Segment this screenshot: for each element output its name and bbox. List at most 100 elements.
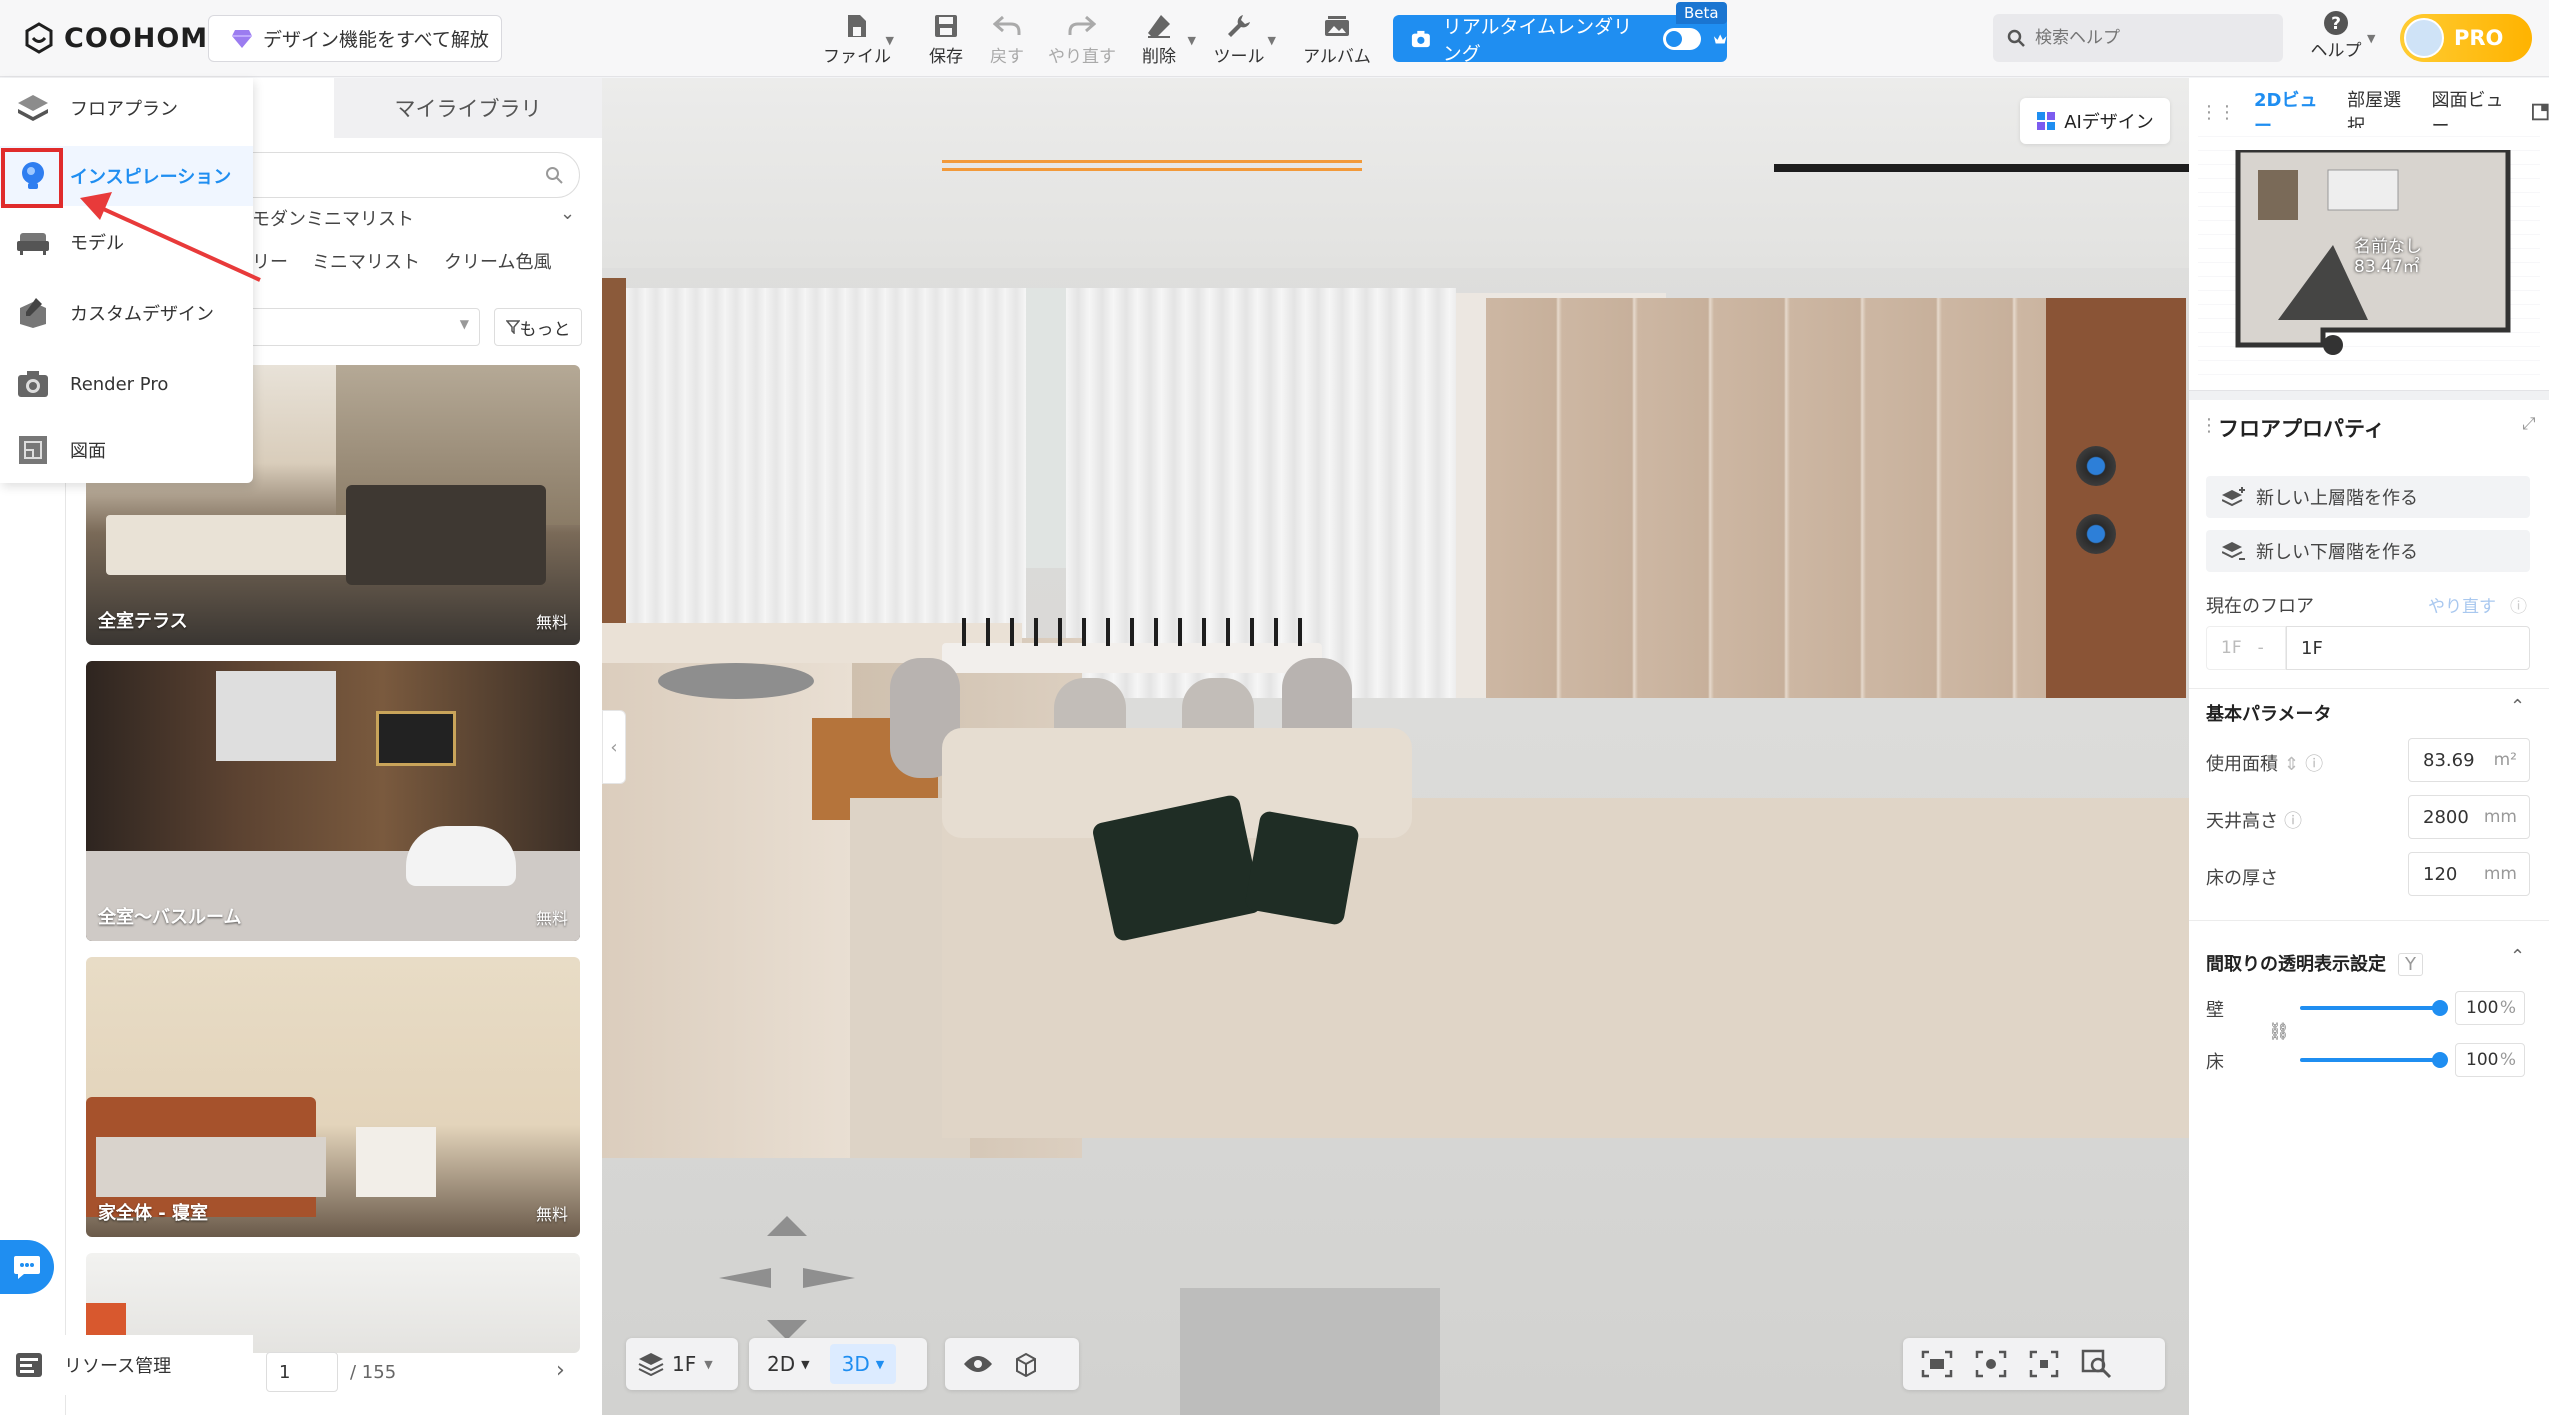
nav-label: リソース管理 xyxy=(64,1356,172,1377)
chevron-down-icon[interactable]: ⌄ xyxy=(560,203,575,224)
ceiling-height-field[interactable]: 2800 mm xyxy=(2408,795,2530,839)
3d-viewport[interactable] xyxy=(602,78,2189,1415)
tools-label: ツール xyxy=(1213,47,1265,67)
delete-menu[interactable]: 削除 ▼ xyxy=(1120,10,1198,70)
search-input[interactable] xyxy=(2035,28,2255,48)
floor-selector[interactable]: 1F ▼ xyxy=(626,1338,738,1390)
cube-icon[interactable] xyxy=(1013,1351,1039,1377)
album-label: アルバム xyxy=(1303,47,1371,67)
album-button[interactable]: アルバム xyxy=(1298,10,1376,70)
more-filters-button[interactable]: もっと xyxy=(494,308,582,346)
drag-handle-icon[interactable]: ⋮⋮ xyxy=(2200,102,2236,123)
view-3d-button[interactable]: 3D ▼ xyxy=(829,1344,897,1384)
ceiling-light-strip xyxy=(942,160,1362,163)
focus-icon[interactable] xyxy=(2029,1350,2059,1378)
collapse-icon[interactable] xyxy=(2170,86,2184,100)
info-icon: ⓘ xyxy=(2510,597,2527,617)
nav-label: 図面 xyxy=(70,441,106,462)
avatar[interactable] xyxy=(2404,18,2444,58)
help-search[interactable] xyxy=(1993,14,2283,62)
logo-icon xyxy=(25,22,53,54)
redo-link[interactable]: やり直す xyxy=(2428,592,2496,617)
floor-thickness-label: 床の厚さ xyxy=(2206,868,2278,889)
area-field[interactable]: 83.69 m² xyxy=(2408,738,2530,782)
add-floor-up-icon xyxy=(2222,487,2245,507)
shortcut-key: Y xyxy=(2398,953,2423,976)
wall-transparency-slider[interactable] xyxy=(2300,1000,2448,1016)
more-label: もっと xyxy=(519,319,571,340)
card-image xyxy=(376,711,456,766)
page-number-input[interactable] xyxy=(266,1352,338,1392)
transparency-header[interactable]: 間取りの透明表示設定 Y xyxy=(2206,950,2423,976)
card-image xyxy=(356,1127,436,1197)
camera-nav-pad[interactable] xyxy=(717,1208,857,1348)
design-card[interactable]: 全室〜バスルーム 無料 xyxy=(86,661,580,941)
drag-handle-icon[interactable]: ⋮ xyxy=(2200,415,2218,436)
expand-panel-icon[interactable] xyxy=(2532,103,2549,121)
floor-value: 100 xyxy=(2466,1050,2499,1070)
help-menu[interactable]: ? ヘルプ xyxy=(2306,10,2366,70)
chevron-down-icon: ▼ xyxy=(885,34,894,47)
realtime-label: リアルタイムレンダリング xyxy=(1442,15,1633,65)
floor-transparency-slider[interactable] xyxy=(2300,1052,2448,1068)
style-chip[interactable]: ミニマリスト xyxy=(312,248,420,274)
table-decor xyxy=(962,618,1302,646)
design-card[interactable]: 家全体 - 寝室 無料 xyxy=(86,957,580,1237)
nav-resource-management[interactable]: リソース管理 xyxy=(0,1335,253,1395)
eye-icon[interactable] xyxy=(963,1354,993,1374)
next-page-icon[interactable]: › xyxy=(556,1358,565,1383)
style-chips: リー ミニマリスト クリーム色風 xyxy=(252,248,551,274)
camera-settings-icon[interactable] xyxy=(1975,1350,2007,1378)
tools-menu[interactable]: ツール ▼ xyxy=(1200,10,1278,70)
screenshot-icon[interactable] xyxy=(1921,1350,1953,1378)
minimap-grid[interactable]: 名前なし 83.47㎡ xyxy=(2198,128,2540,388)
ai-icon xyxy=(2037,112,2056,130)
pro-badge-button[interactable]: PRO xyxy=(2400,14,2532,62)
camera-controls xyxy=(1903,1338,2165,1390)
new-upper-floor-button[interactable]: 新しい上層階を作る xyxy=(2206,476,2530,518)
zoom-view-icon[interactable] xyxy=(2081,1349,2113,1379)
unlock-features-button[interactable]: デザイン機能をすべて解放 xyxy=(208,15,502,62)
wall-transparency-field[interactable]: 100% xyxy=(2455,991,2525,1025)
undo-button[interactable]: 戻す xyxy=(968,10,1046,70)
display-controls xyxy=(945,1338,1079,1390)
redo-button[interactable]: やり直す xyxy=(1043,10,1121,70)
ceiling-unit: mm xyxy=(2483,807,2517,827)
chevron-up-icon[interactable]: ⌃ xyxy=(2510,696,2525,717)
floor-name-input[interactable]: 1F xyxy=(2286,626,2530,670)
tab-my-library[interactable]: マイライブラリ xyxy=(334,78,602,138)
floor-object xyxy=(1180,1288,1440,1415)
view-mode-switch: 2D ▼ 3D ▼ xyxy=(749,1338,927,1390)
chat-support-button[interactable] xyxy=(0,1240,54,1294)
file-menu[interactable]: ファイル ▼ xyxy=(818,10,896,70)
floor-thickness-value: 120 xyxy=(2423,863,2458,885)
floor-label: 1F xyxy=(672,1352,697,1376)
coohom-logo[interactable]: COOHOM xyxy=(22,18,208,58)
link-icon[interactable]: ⛓ xyxy=(2268,1022,2290,1042)
nav-render-pro[interactable]: Render Pro xyxy=(0,354,253,414)
nav-drawings[interactable]: 図面 xyxy=(0,420,253,480)
nav-right-icon xyxy=(803,1268,855,1288)
nav-custom-design[interactable]: カスタムデザイン xyxy=(0,283,253,343)
nav-floorplan[interactable]: フロアプラン xyxy=(0,78,253,138)
file-label: ファイル xyxy=(823,47,891,67)
wrench-icon xyxy=(1223,10,1255,42)
style-chip[interactable]: クリーム色風 xyxy=(444,248,551,274)
expand-icon[interactable]: ⤢ xyxy=(2522,414,2536,434)
ceiling-track-light xyxy=(1774,164,2189,172)
floor-thickness-field[interactable]: 120 mm xyxy=(2408,852,2530,896)
collapse-library-handle[interactable]: ‹ xyxy=(602,710,626,784)
view-2d-button[interactable]: 2D ▼ xyxy=(755,1344,822,1384)
basic-params-header[interactable]: 基本パラメータ xyxy=(2206,700,2331,726)
annotation-arrow-icon xyxy=(80,192,261,282)
floorplan-icon xyxy=(14,89,52,127)
floor-transparency-field[interactable]: 100% xyxy=(2455,1043,2525,1077)
ai-design-button[interactable]: AIデザイン xyxy=(2020,98,2170,144)
new-lower-floor-button[interactable]: 新しい下層階を作る xyxy=(2206,530,2530,572)
realtime-toggle[interactable] xyxy=(1662,27,1701,50)
chevron-down-icon: ▼ xyxy=(459,317,469,331)
chevron-up-icon[interactable]: ⌃ xyxy=(2510,946,2525,967)
window xyxy=(1026,288,1066,568)
area-label: 使用面積 ⇕ ⓘ xyxy=(2206,754,2324,775)
divider xyxy=(2189,920,2549,921)
